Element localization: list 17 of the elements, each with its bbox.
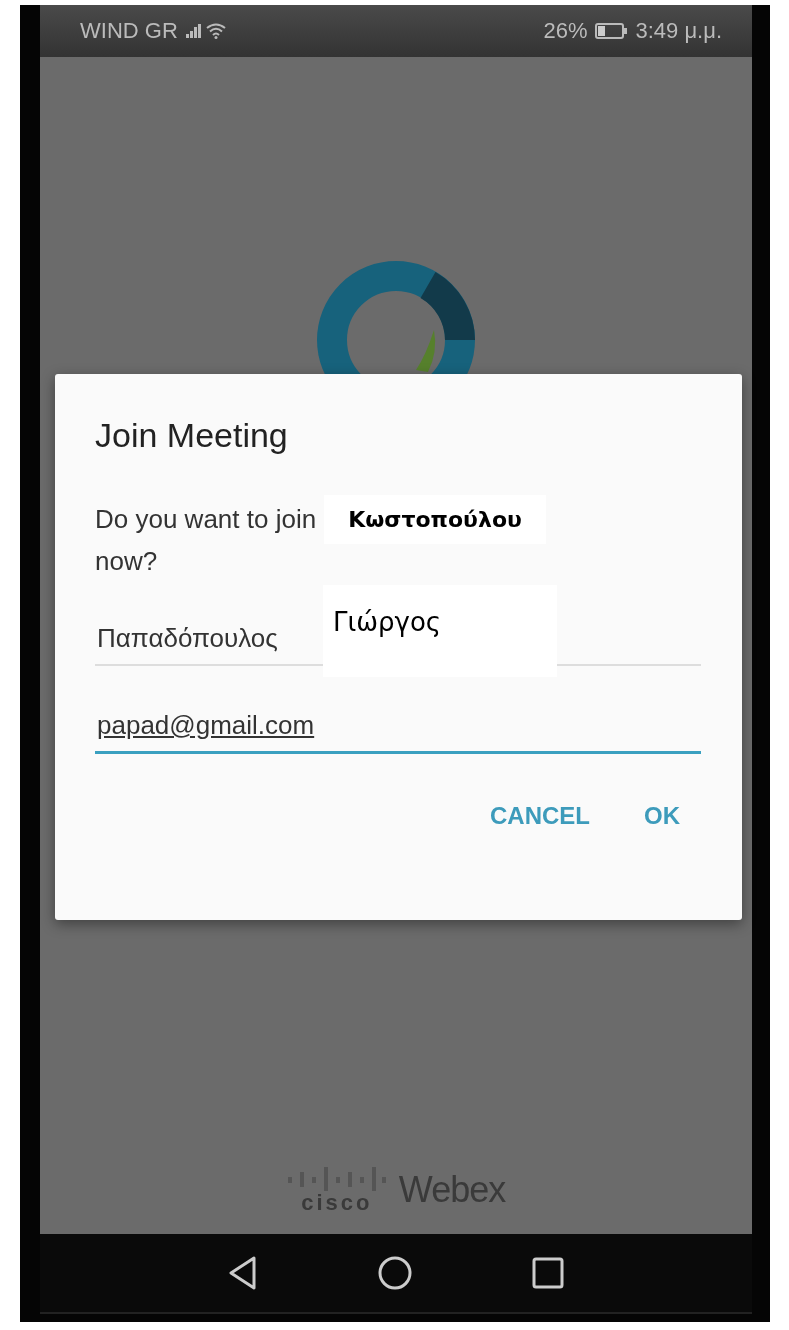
- dialog-title: Join Meeting: [95, 416, 289, 455]
- battery-icon: [595, 23, 628, 39]
- home-icon[interactable]: [378, 1256, 412, 1290]
- ok-button[interactable]: OK: [632, 792, 692, 840]
- signal-icon: [185, 24, 202, 38]
- back-icon[interactable]: [228, 1256, 258, 1290]
- name-overlay-label: Γιώργος: [323, 585, 557, 677]
- dialog-message: Do you want to join: [95, 504, 317, 535]
- wifi-icon: [205, 23, 226, 39]
- recents-icon[interactable]: [532, 1257, 564, 1289]
- dialog-message: now?: [95, 546, 159, 577]
- email-field[interactable]: papad@gmail.com: [95, 702, 701, 754]
- host-name-label: Κωστοπούλου: [324, 495, 546, 544]
- carrier-name: WIND GR: [80, 18, 178, 44]
- cancel-button[interactable]: CANCEL: [478, 792, 602, 840]
- battery-percent: 26%: [543, 18, 588, 44]
- clock: 3:49 μ.μ.: [635, 18, 722, 44]
